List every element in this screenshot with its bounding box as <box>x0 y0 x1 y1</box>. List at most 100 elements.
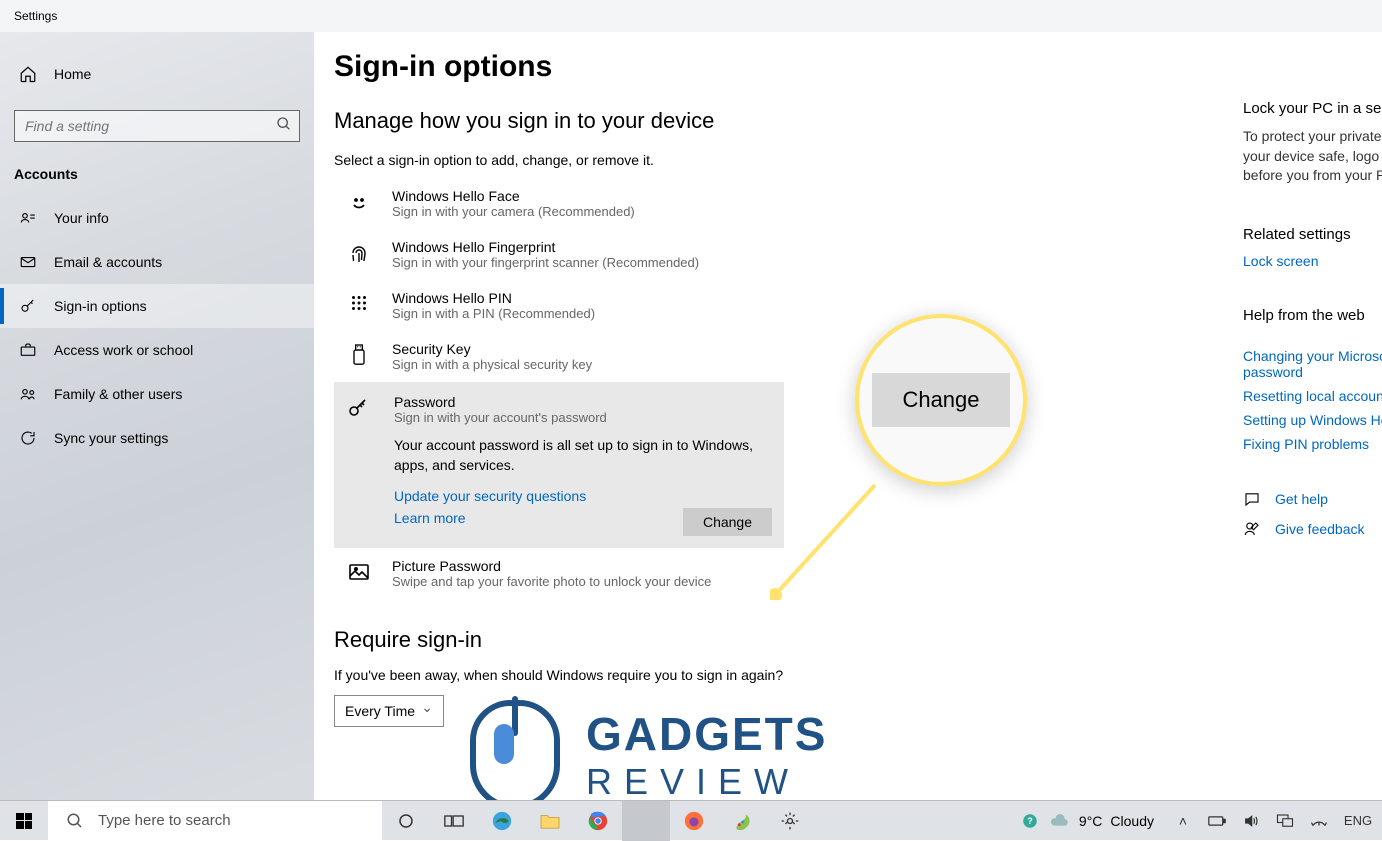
sidebar-item-label: Your info <box>54 210 109 226</box>
option-label: Windows Hello Face <box>392 188 635 204</box>
signin-option-password-expanded[interactable]: Password Sign in with your account's pas… <box>334 382 784 548</box>
taskbar-weather[interactable]: 9°C Cloudy <box>1049 812 1154 830</box>
face-icon <box>344 188 374 219</box>
tray-project-icon[interactable] <box>1270 801 1300 841</box>
taskbar-app-firefox[interactable] <box>670 801 718 841</box>
mail-icon <box>18 252 38 272</box>
require-signin-title: Require sign-in <box>334 627 1382 653</box>
help-link[interactable]: Fixing PIN problems <box>1243 436 1382 452</box>
nav-home-label: Home <box>54 66 91 82</box>
taskbar-app-paint[interactable] <box>718 801 766 841</box>
tray-battery-icon[interactable] <box>1202 801 1232 841</box>
taskbar-search[interactable]: Type here to search <box>48 801 382 841</box>
home-icon <box>18 64 38 84</box>
weather-temp: 9°C <box>1079 813 1103 829</box>
signin-option-face[interactable]: Windows Hello FaceSign in with your came… <box>334 178 784 229</box>
option-label: Windows Hello PIN <box>392 290 595 306</box>
option-desc: Sign in with a PIN (Recommended) <box>392 306 595 321</box>
tray-volume-icon[interactable] <box>1236 801 1266 841</box>
callout-change-button: Change <box>872 373 1009 427</box>
sidebar-item-family[interactable]: Family & other users <box>0 372 314 416</box>
sidebar-item-work-school[interactable]: Access work or school <box>0 328 314 372</box>
taskbar-app-chrome[interactable] <box>574 801 622 841</box>
sidebar-item-label: Family & other users <box>54 386 182 402</box>
signin-option-picture-password[interactable]: Picture PasswordSwipe and tap your favor… <box>334 548 784 599</box>
taskbar-app-active[interactable] <box>622 801 670 841</box>
settings-sidebar: Home Accounts Your info Email & accounts… <box>0 32 314 808</box>
lock-pc-text: To protect your private keep your device… <box>1243 127 1382 186</box>
help-link[interactable]: Changing your Microso password <box>1243 348 1382 380</box>
fingerprint-icon <box>344 239 374 270</box>
task-view-button[interactable] <box>430 801 478 841</box>
usb-icon <box>344 341 374 372</box>
require-signin-dropdown[interactable]: Every Time <box>334 695 444 727</box>
sidebar-item-sync[interactable]: Sync your settings <box>0 416 314 460</box>
tray-help-icon[interactable]: ? <box>1015 801 1045 841</box>
taskbar-app-settings[interactable] <box>766 801 814 841</box>
search-container <box>14 110 300 142</box>
key-icon <box>346 394 376 532</box>
person-card-icon <box>18 208 38 228</box>
lock-pc-heading: Lock your PC in a secon <box>1243 100 1382 117</box>
start-button[interactable] <box>0 801 48 841</box>
search-icon <box>276 116 292 132</box>
help-link[interactable]: Resetting local account <box>1243 388 1382 404</box>
password-info: Your account password is all set up to s… <box>394 435 754 476</box>
option-label: Password <box>394 394 772 410</box>
give-feedback-link: Give feedback <box>1275 521 1365 537</box>
search-icon <box>66 812 84 830</box>
sidebar-item-label: Sign-in options <box>54 298 147 314</box>
briefcase-icon <box>18 340 38 360</box>
tray-network-icon[interactable] <box>1304 801 1334 841</box>
taskbar-app-explorer[interactable] <box>526 801 574 841</box>
cortana-button[interactable] <box>382 801 430 841</box>
option-desc: Sign in with your account's password <box>394 410 772 425</box>
right-info-column: Lock your PC in a secon To protect your … <box>1243 100 1382 550</box>
help-web-heading: Help from the web <box>1243 307 1382 324</box>
get-help-row[interactable]: Get help <box>1243 490 1382 508</box>
sidebar-item-label: Sync your settings <box>54 430 168 446</box>
get-help-link: Get help <box>1275 491 1328 507</box>
feedback-icon <box>1243 520 1261 538</box>
sidebar-item-signin[interactable]: Sign-in options <box>0 284 314 328</box>
related-settings-heading: Related settings <box>1243 226 1382 243</box>
update-security-questions-link[interactable]: Update your security questions <box>394 488 772 504</box>
window-titlebar: Settings <box>0 0 1382 32</box>
lock-screen-link[interactable]: Lock screen <box>1243 253 1382 269</box>
option-desc: Sign in with your camera (Recommended) <box>392 204 635 219</box>
give-feedback-row[interactable]: Give feedback <box>1243 520 1382 538</box>
option-label: Windows Hello Fingerprint <box>392 239 699 255</box>
section-hint: Select a sign-in option to add, change, … <box>334 152 1382 168</box>
signin-option-pin[interactable]: Windows Hello PINSign in with a PIN (Rec… <box>334 280 784 331</box>
weather-condition: Cloudy <box>1110 813 1154 829</box>
sidebar-item-label: Email & accounts <box>54 254 162 270</box>
option-desc: Sign in with your fingerprint scanner (R… <box>392 255 699 270</box>
cloud-icon <box>1049 812 1071 830</box>
signin-option-security-key[interactable]: Security KeySign in with a physical secu… <box>334 331 784 382</box>
option-desc: Sign in with a physical security key <box>392 357 592 372</box>
sidebar-item-your-info[interactable]: Your info <box>0 196 314 240</box>
keypad-icon <box>344 290 374 321</box>
main-panel: Sign-in options Manage how you sign in t… <box>314 32 1382 808</box>
option-label: Security Key <box>392 341 592 357</box>
key-icon <box>18 296 38 316</box>
people-icon <box>18 384 38 404</box>
chat-icon <box>1243 490 1261 508</box>
taskbar-app-edge[interactable] <box>478 801 526 841</box>
option-desc: Swipe and tap your favorite photo to unl… <box>392 574 711 589</box>
svg-text:?: ? <box>1027 816 1033 826</box>
sidebar-item-email[interactable]: Email & accounts <box>0 240 314 284</box>
change-password-button[interactable]: Change <box>683 508 772 536</box>
signin-option-fingerprint[interactable]: Windows Hello FingerprintSign in with yo… <box>334 229 784 280</box>
taskbar-search-placeholder: Type here to search <box>98 812 231 829</box>
search-input[interactable] <box>14 110 300 142</box>
tray-chevron-up-icon[interactable]: ˄ <box>1168 801 1198 841</box>
option-label: Picture Password <box>392 558 711 574</box>
sync-icon <box>18 428 38 448</box>
page-title: Sign-in options <box>334 50 1382 84</box>
help-link[interactable]: Setting up Windows He <box>1243 412 1382 428</box>
section-header-accounts: Accounts <box>0 160 314 196</box>
tray-language[interactable]: ENG <box>1338 801 1378 841</box>
nav-home[interactable]: Home <box>0 52 314 96</box>
callout-zoom: Change <box>855 314 1027 486</box>
